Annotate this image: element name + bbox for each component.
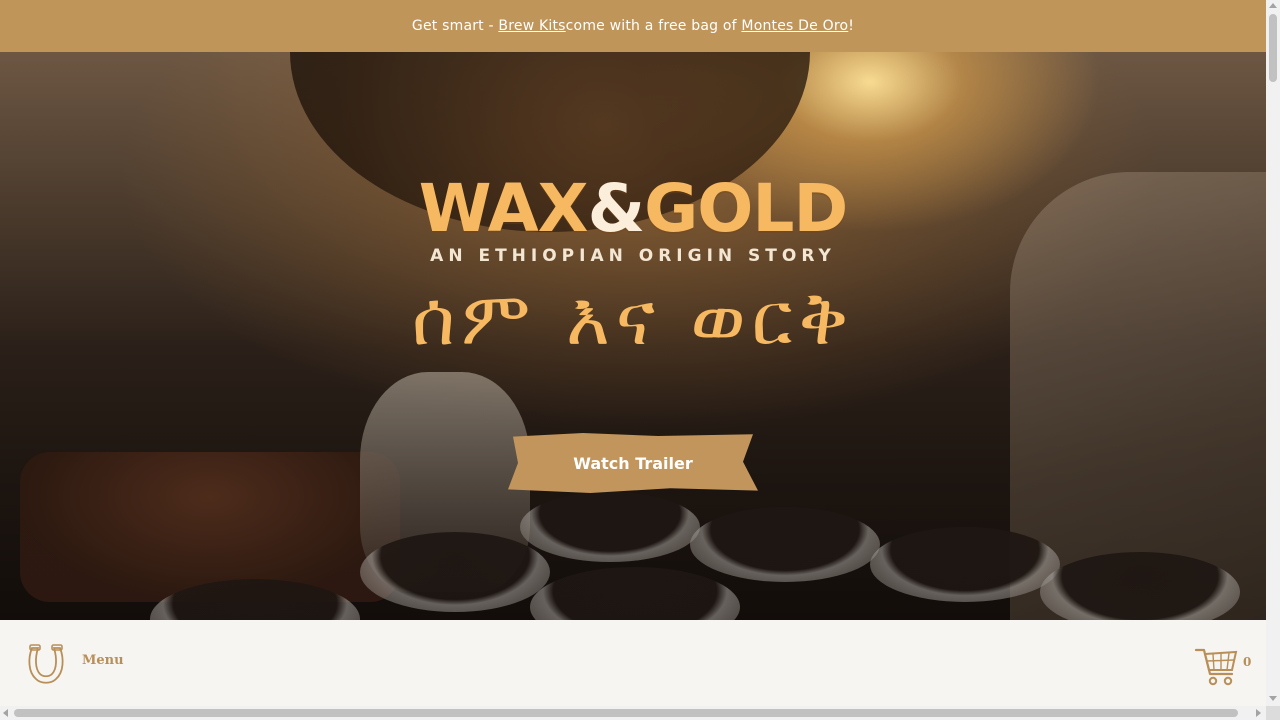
horizontal-scroll-thumb[interactable] [14,709,1238,717]
hero-subtitle: AN ETHIOPIAN ORIGIN STORY [430,246,836,266]
hero-title-right: GOLD [644,170,848,247]
watch-trailer-button[interactable]: Watch Trailer [508,433,758,493]
menu-label[interactable]: Menu [82,653,124,668]
scroll-up-arrow-icon[interactable] [1269,3,1277,8]
vertical-scroll-thumb[interactable] [1269,14,1277,82]
brew-kits-link[interactable]: Brew Kits [498,18,565,34]
hero-title-left: WAX [418,170,589,247]
hero-banner: WAX&GOLD AN ETHIOPIAN ORIGIN STORY ሰም እና… [0,52,1266,620]
bottom-navbar: Menu 0 [0,620,1266,708]
hero-title-ampersand: & [587,170,646,247]
announcement-prefix: Get smart - [411,18,494,34]
scroll-left-arrow-icon[interactable] [3,709,8,717]
scrollbar-corner [1266,706,1280,720]
vertical-scrollbar[interactable] [1266,0,1280,720]
montes-de-oro-link[interactable]: Montes De Oro [741,18,848,34]
cart-icon[interactable] [1194,644,1242,688]
announcement-middle: come with a free bag of [565,18,737,34]
hero-amharic-title: ሰም እና ወርቅ [411,276,855,362]
cart-count[interactable]: 0 [1243,655,1251,669]
hero-title: WAX&GOLD [380,174,886,244]
announcement-bar: Get smart - Brew Kits come with a free b… [0,0,1266,52]
scroll-right-arrow-icon[interactable] [1256,709,1261,717]
horseshoe-icon[interactable] [26,642,66,686]
scroll-down-arrow-icon[interactable] [1269,696,1277,701]
horizontal-scrollbar[interactable] [0,706,1266,720]
announcement-suffix: ! [848,18,855,34]
